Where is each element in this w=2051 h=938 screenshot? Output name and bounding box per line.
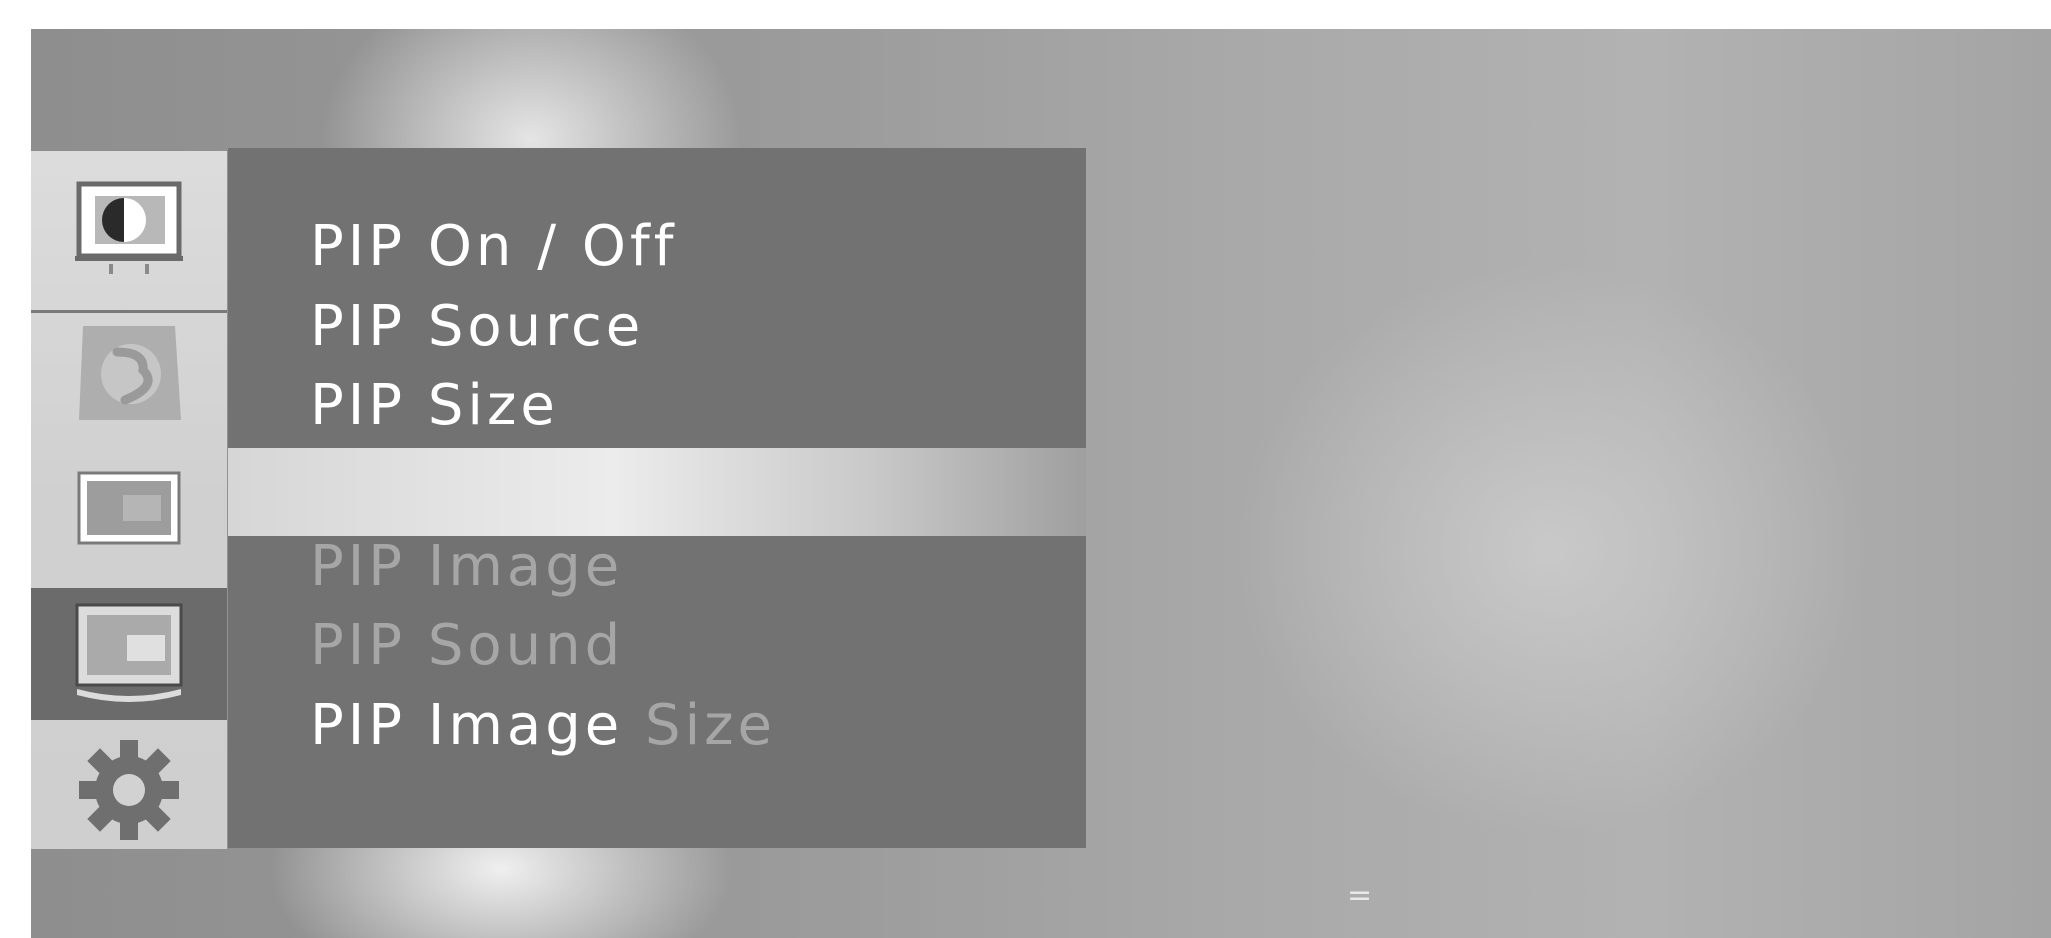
menu-item-pip-on-off[interactable]: PIP On / Off: [310, 214, 677, 280]
osd-screen: PIP On / Off PIP Source PIP Size PIP Ima…: [31, 29, 2051, 938]
menu-item-pip-image-size[interactable]: PIP Image Size: [310, 693, 776, 759]
menu-separator: [228, 448, 1086, 536]
gear-icon: [79, 740, 179, 840]
menu-item-label-dim: Size: [623, 693, 777, 758]
menu-item-pip-size[interactable]: PIP Size: [310, 373, 559, 439]
sidebar-item-time[interactable]: [31, 443, 227, 573]
category-sidebar: [31, 151, 227, 849]
sidebar-item-pip[interactable]: [31, 588, 227, 720]
audio-disc-icon: [79, 326, 181, 420]
menu-item-pip-image[interactable]: PIP Image: [310, 534, 623, 600]
sidebar-item-audio[interactable]: [31, 313, 227, 441]
time-screen-icon: [77, 471, 181, 545]
picture-monitor-icon: [75, 181, 183, 274]
sidebar-item-option[interactable]: [31, 731, 227, 849]
menu-item-label-main: PIP Image: [310, 693, 624, 758]
hint-symbol: =: [1347, 878, 1373, 913]
menu-item-pip-sound[interactable]: PIP Sound: [310, 613, 624, 679]
sidebar-item-picture[interactable]: [31, 151, 227, 313]
pip-menu-panel: PIP On / Off PIP Source PIP Size PIP Ima…: [228, 148, 1086, 848]
menu-item-pip-source[interactable]: PIP Source: [310, 294, 644, 360]
pip-monitor-icon: [75, 603, 183, 702]
